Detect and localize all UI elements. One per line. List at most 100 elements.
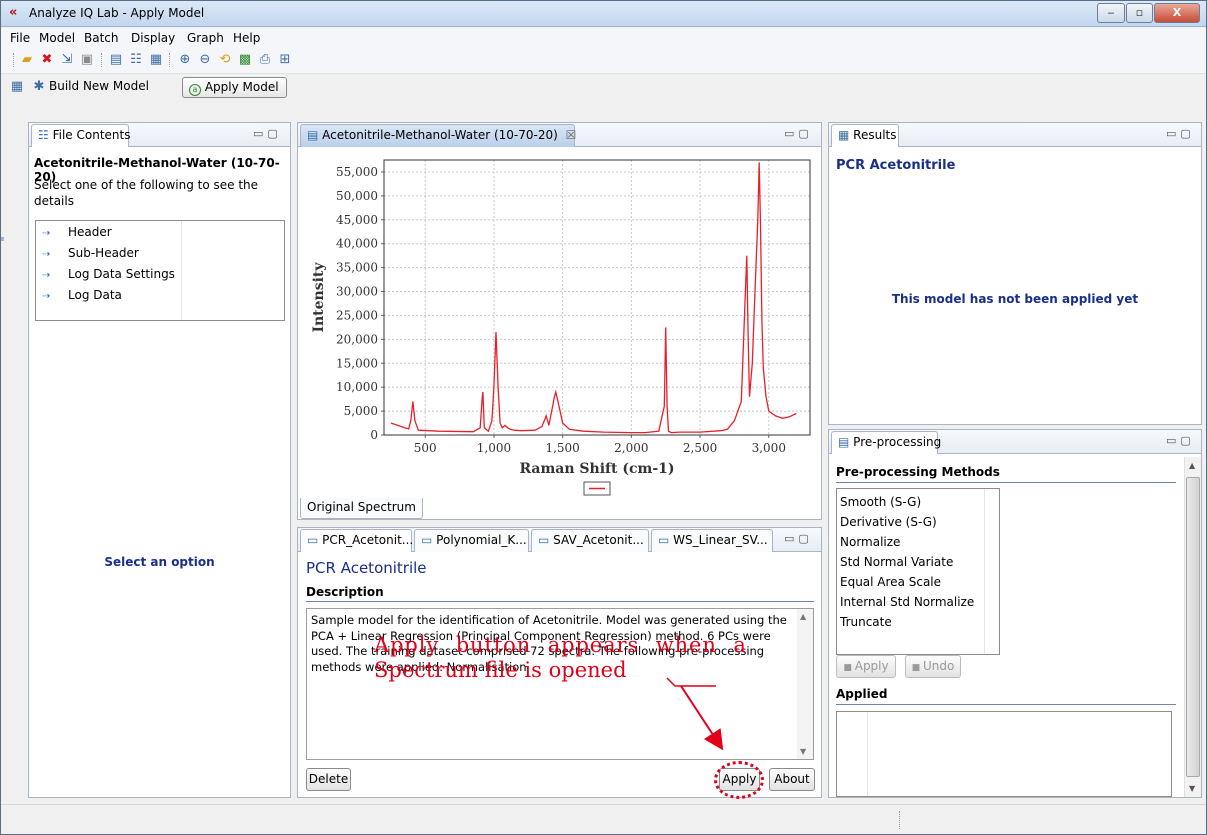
sash-marker bbox=[1, 237, 4, 241]
x-tick-label: 1,000 bbox=[477, 441, 511, 455]
spectrum-chart[interactable]: 0 5,000 10,000 15,000 20,000 25,000 30,000 35,0… bbox=[299, 148, 820, 500]
model-tab-icon: ▭ bbox=[307, 533, 319, 547]
apply-highlight-circle bbox=[714, 761, 764, 799]
menu-file[interactable]: File bbox=[10, 31, 30, 45]
zoom-out-icon[interactable]: ⊖ bbox=[197, 52, 213, 68]
y-tick-label: 30,000 bbox=[336, 285, 378, 299]
list-item-log-data-settings[interactable]: ⇢ Log Data Settings bbox=[42, 264, 175, 285]
save-icon[interactable]: ▣ bbox=[79, 52, 95, 68]
open-folder-icon[interactable]: ▰ bbox=[19, 52, 35, 68]
description-heading: Description bbox=[306, 585, 384, 599]
view-tab-bar: ▤ Pre-processing ▭▢ bbox=[829, 430, 1201, 454]
details-list: ⇢ Header ⇢ Sub-Header ⇢ Log Data Settings ⇢… bbox=[35, 220, 285, 321]
toolbar-separator bbox=[169, 53, 170, 67]
reset-zoom-icon[interactable]: ⟲ bbox=[217, 52, 233, 68]
tab-original-spectrum[interactable]: Original Spectrum bbox=[300, 498, 423, 519]
y-tick-label: 0 bbox=[370, 428, 378, 442]
minimize-maximize-icon[interactable]: ▭▢ bbox=[1166, 434, 1195, 447]
close-button[interactable]: X bbox=[1154, 3, 1200, 23]
tab-results[interactable]: ▦ Results bbox=[831, 124, 899, 147]
minimize-button[interactable]: ‒ bbox=[1097, 3, 1125, 23]
annotation-arrow bbox=[666, 677, 724, 751]
model-title: PCR Acetonitrile bbox=[306, 559, 427, 577]
print-icon[interactable]: ⎙ bbox=[257, 52, 273, 68]
minimize-maximize-icon[interactable]: ▭▢ bbox=[784, 127, 813, 140]
y-tick-label: 55,000 bbox=[336, 165, 378, 179]
model-tab-icon: ▭ bbox=[538, 533, 550, 547]
tab-model-polynomial[interactable]: ▭ Polynomial_K... bbox=[414, 529, 529, 552]
model-icon[interactable]: ▤ bbox=[108, 52, 124, 68]
arrow-tail bbox=[666, 677, 716, 687]
y-tick-label: 15,000 bbox=[336, 356, 378, 370]
zoom-in-icon[interactable]: ⊕ bbox=[177, 52, 193, 68]
menu-display[interactable]: Display bbox=[131, 31, 175, 45]
build-new-model-button[interactable]: Build New Model bbox=[49, 79, 149, 93]
method-truncate[interactable]: Truncate bbox=[840, 612, 892, 633]
method-smooth[interactable]: Smooth (S-G) bbox=[840, 492, 921, 513]
delete-button[interactable]: Delete bbox=[306, 768, 351, 791]
close-tab-icon[interactable]: ☒ bbox=[566, 128, 577, 142]
view-tab-bar: ▦ Results ▭▢ bbox=[829, 123, 1201, 147]
menu-graph[interactable]: Graph bbox=[187, 31, 224, 45]
menu-help[interactable]: Help bbox=[233, 31, 260, 45]
delete-icon[interactable]: ✖ bbox=[39, 52, 55, 68]
menu-batch[interactable]: Batch bbox=[84, 31, 119, 45]
tab-model-pcr[interactable]: ▭ PCR_Acetonit... bbox=[300, 529, 413, 552]
scroll-thumb[interactable] bbox=[1186, 477, 1200, 777]
x-tick-label: 2,500 bbox=[683, 441, 717, 455]
layout-icon[interactable]: ⊞ bbox=[277, 52, 293, 68]
select-option-placeholder: Select an option bbox=[104, 555, 215, 569]
x-tick-label: 1,500 bbox=[545, 441, 579, 455]
methods-list: Smooth (S-G) Derivative (S-G) Normalize … bbox=[836, 488, 1000, 655]
about-button[interactable]: About bbox=[769, 768, 815, 791]
description-box: Sample model for the identification of A… bbox=[306, 608, 814, 760]
method-internal-std-normalize[interactable]: Internal Std Normalize bbox=[840, 592, 974, 613]
instruction-text: Select one of the following to see the d… bbox=[34, 178, 259, 208]
scroll-down-icon[interactable]: ▼ bbox=[800, 747, 806, 756]
tab-label: Pre-processing bbox=[853, 435, 942, 449]
view-tab-bar: ▤ Acetonitrile-Methanol-Water (10-70-20)… bbox=[298, 123, 821, 147]
minimize-maximize-icon[interactable]: ▭▢ bbox=[253, 127, 282, 140]
method-std-normal-variate[interactable]: Std Normal Variate bbox=[840, 552, 953, 573]
y-tick-label: 35,000 bbox=[336, 261, 378, 275]
tab-label: WS_Linear_SV... bbox=[673, 533, 768, 547]
preprocessing-apply-button[interactable]: ■ Apply bbox=[836, 655, 896, 678]
status-divider bbox=[899, 811, 900, 829]
tab-file-contents[interactable]: ☷ File Contents bbox=[31, 124, 130, 147]
applied-list bbox=[836, 711, 1172, 797]
import-icon[interactable]: ⇲ bbox=[59, 52, 75, 68]
tree-icon[interactable]: ☷ bbox=[128, 52, 144, 68]
chart-icon[interactable]: ▩ bbox=[237, 52, 253, 68]
maximize-button[interactable]: ▫ bbox=[1126, 3, 1153, 23]
scroll-up-icon[interactable]: ▲ bbox=[1189, 461, 1195, 470]
method-normalize[interactable]: Normalize bbox=[840, 532, 900, 553]
method-equal-area-scale[interactable]: Equal Area Scale bbox=[840, 572, 941, 593]
description-scrollbar[interactable]: ▲ ▼ bbox=[797, 609, 813, 759]
preprocessing-scrollbar[interactable]: ▲ ▼ bbox=[1184, 457, 1201, 797]
tab-spectrum[interactable]: ▤ Acetonitrile-Methanol-Water (10-70-20)… bbox=[300, 124, 577, 147]
method-derivative[interactable]: Derivative (S-G) bbox=[840, 512, 937, 533]
properties-icon[interactable]: ▦ bbox=[148, 52, 164, 68]
tab-model-sav[interactable]: ▭ SAV_Acetonit... bbox=[531, 529, 649, 552]
minimize-maximize-icon[interactable]: ▭▢ bbox=[1166, 127, 1195, 140]
apply-model-button[interactable]: a Apply Model bbox=[182, 77, 287, 98]
app-window: « Analyze IQ Lab - Apply Model ‒ ▫ X Fil… bbox=[0, 0, 1207, 835]
menu-model[interactable]: Model bbox=[39, 31, 75, 45]
y-tick-label: 40,000 bbox=[336, 237, 378, 251]
gear-icon: ✱ bbox=[33, 79, 45, 94]
list-item-sub-header[interactable]: ⇢ Sub-Header bbox=[42, 243, 139, 264]
list-item-header[interactable]: ⇢ Header bbox=[42, 222, 112, 243]
mode-bar: ▦ ✱ Build New Model a Apply Model bbox=[1, 75, 1206, 101]
tab-model-ws-linear[interactable]: ▭ WS_Linear_SV... bbox=[651, 529, 773, 552]
minimize-maximize-icon[interactable]: ▭▢ bbox=[784, 532, 813, 545]
list-item-log-data[interactable]: ⇢ Log Data bbox=[42, 285, 122, 306]
file-contents-view: ☷ File Contents ▭▢ Acetonitrile-Methanol… bbox=[28, 122, 291, 798]
arrow-item-icon: ⇢ bbox=[42, 291, 51, 302]
scroll-up-icon[interactable]: ▲ bbox=[800, 612, 806, 621]
heading-underline bbox=[836, 482, 1176, 483]
tab-preprocessing[interactable]: ▤ Pre-processing bbox=[831, 431, 942, 454]
perspective-icon[interactable]: ▦ bbox=[9, 79, 25, 95]
scroll-down-icon[interactable]: ▼ bbox=[1189, 784, 1195, 793]
preprocessing-undo-button[interactable]: ■ Undo bbox=[905, 655, 961, 678]
y-tick-label: 20,000 bbox=[336, 332, 378, 346]
